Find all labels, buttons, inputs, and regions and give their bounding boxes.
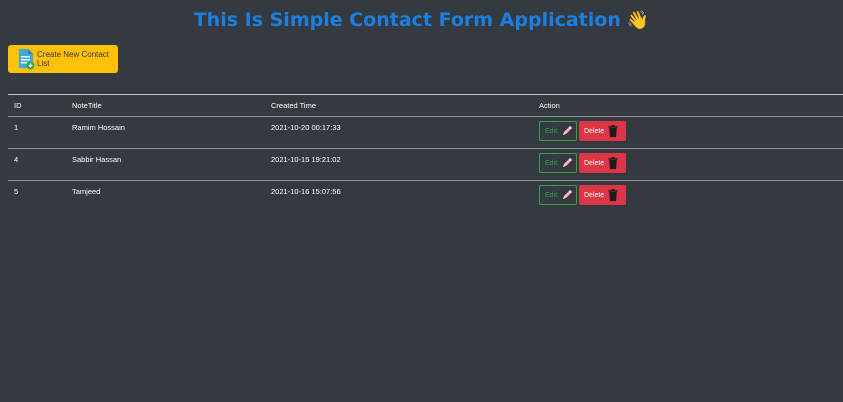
add-document-icon — [19, 49, 35, 70]
edit-button[interactable]: Edit — [539, 153, 577, 173]
edit-button-label: Edit — [545, 127, 558, 135]
edit-button[interactable]: Edit — [539, 185, 577, 205]
trash-icon — [608, 157, 618, 169]
delete-button[interactable]: Delete — [579, 153, 626, 173]
column-header-id: ID — [14, 101, 22, 110]
waving-hand-icon: 👋 — [626, 10, 650, 31]
table-row: 1 Ramim Hossain 2021-10-20 00:17:33 Edit… — [8, 116, 843, 148]
delete-button-label: Delete — [584, 159, 605, 167]
row-id: 4 — [14, 155, 19, 164]
create-contact-button[interactable]: Create New Contact List — [8, 45, 118, 73]
row-title: Ramim Hossain — [72, 123, 125, 132]
page-title: This Is Simple Contact Form Application 👋 — [0, 8, 843, 33]
table-header: ID NoteTitle Created Time Action — [8, 94, 843, 116]
trash-icon — [608, 189, 618, 201]
page-title-text: This Is Simple Contact Form Application — [193, 9, 621, 31]
row-created-time: 2021-10-16 15:07:56 — [271, 187, 341, 196]
column-header-action: Action — [539, 101, 560, 110]
row-title: Tamjeed — [72, 187, 101, 196]
row-created-time: 2021-10-20 00:17:33 — [271, 123, 341, 132]
row-created-time: 2021-10-15 19:21:02 — [271, 155, 341, 164]
delete-button-label: Delete — [584, 191, 605, 199]
row-id: 1 — [14, 123, 19, 132]
trash-icon — [608, 125, 618, 137]
create-contact-label: Create New Contact List — [37, 50, 110, 68]
delete-button[interactable]: Delete — [579, 121, 626, 141]
table-row: 5 Tamjeed 2021-10-16 15:07:56 Edit Delet… — [8, 180, 843, 212]
edit-button-label: Edit — [545, 191, 558, 199]
delete-button[interactable]: Delete — [579, 185, 626, 205]
column-header-created-time: Created Time — [271, 101, 317, 110]
row-title: Sabbir Hassan — [72, 155, 122, 164]
table-row: 4 Sabbir Hassan 2021-10-15 19:21:02 Edit… — [8, 148, 843, 180]
pencil-icon — [563, 158, 573, 167]
edit-button[interactable]: Edit — [539, 121, 577, 141]
pencil-icon — [563, 190, 573, 199]
contacts-table: ID NoteTitle Created Time Action 1 Ramim… — [8, 94, 843, 212]
row-id: 5 — [14, 187, 19, 196]
column-header-notetitle: NoteTitle — [72, 101, 102, 110]
edit-button-label: Edit — [545, 159, 558, 167]
pencil-icon — [563, 126, 573, 135]
delete-button-label: Delete — [584, 127, 605, 135]
